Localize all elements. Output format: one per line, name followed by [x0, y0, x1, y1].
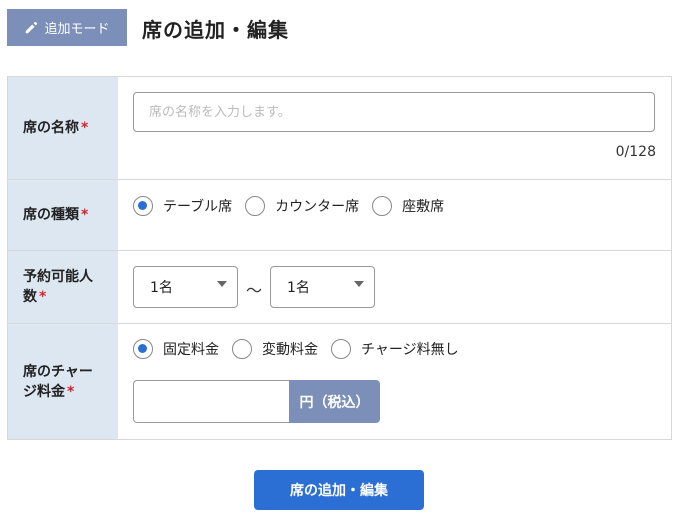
page-title: 席の追加・編集	[142, 18, 289, 42]
radio-fixed-charge[interactable]: 固定料金	[133, 339, 219, 359]
required-mark: *	[81, 120, 89, 136]
seat-form: 席の名称* 0/128 席の種類* テーブル席 カウンター席	[7, 76, 672, 440]
capacity-label: 予約可能人 数 *	[8, 251, 118, 323]
radio-table-seat[interactable]: テーブル席	[133, 196, 232, 216]
dropdown-arrow-icon	[354, 281, 364, 287]
pencil-icon	[26, 21, 38, 33]
required-mark: *	[39, 289, 47, 305]
charge-amount-group: 円（税込）	[133, 380, 380, 423]
radio-unchecked-icon[interactable]	[331, 339, 351, 359]
radio-zashiki-seat[interactable]: 座敷席	[372, 196, 444, 216]
radio-unchecked-icon[interactable]	[245, 196, 266, 216]
radio-checked-icon[interactable]	[133, 339, 153, 359]
submit-button[interactable]: 席の追加・編集	[254, 470, 424, 510]
radio-checked-icon[interactable]	[133, 196, 153, 216]
form-row-capacity: 予約可能人 数 * 1名 〜 1名	[8, 251, 671, 324]
radio-variable-charge[interactable]: 変動料金	[232, 339, 318, 359]
charge-cell: 固定料金 変動料金 チャージ料無し 円（税込）	[118, 324, 671, 439]
form-row-charge: 席のチャー ジ料金 * 固定料金 変動料金 チャージ料無し 円（税込）	[8, 324, 671, 439]
seat-type-radio-group: テーブル席 カウンター席 座敷席	[133, 196, 457, 216]
seat-name-label: 席の名称 *	[8, 77, 118, 179]
radio-unchecked-icon[interactable]	[372, 196, 393, 216]
mode-badge: 追加モード	[7, 9, 127, 46]
radio-unchecked-icon[interactable]	[232, 339, 252, 359]
form-row-seat-type: 席の種類 * テーブル席 カウンター席 座敷席	[8, 180, 671, 251]
seat-name-cell: 0/128	[118, 77, 671, 179]
seat-type-label: 席の種類 *	[8, 180, 118, 250]
currency-unit-label: 円（税込）	[289, 380, 380, 423]
char-counter: 0/128	[615, 144, 656, 160]
radio-no-charge[interactable]: チャージ料無し	[331, 339, 459, 359]
seat-name-input[interactable]	[133, 92, 655, 132]
mode-label: 追加モード	[44, 22, 110, 37]
capacity-max-select[interactable]: 1名	[270, 266, 375, 308]
required-mark: *	[81, 207, 89, 223]
capacity-min-select[interactable]: 1名	[133, 266, 238, 308]
charge-amount-input[interactable]	[133, 380, 290, 423]
range-separator: 〜	[246, 281, 263, 300]
charge-label: 席のチャー ジ料金 *	[8, 324, 118, 439]
dropdown-arrow-icon	[217, 281, 227, 287]
seat-type-cell: テーブル席 カウンター席 座敷席	[118, 180, 671, 250]
charge-type-radio-group: 固定料金 変動料金 チャージ料無し	[133, 339, 472, 359]
capacity-cell: 1名 〜 1名	[118, 251, 671, 323]
form-row-seat-name: 席の名称* 0/128	[8, 77, 671, 180]
required-mark: *	[67, 383, 75, 400]
radio-counter-seat[interactable]: カウンター席	[245, 196, 359, 216]
